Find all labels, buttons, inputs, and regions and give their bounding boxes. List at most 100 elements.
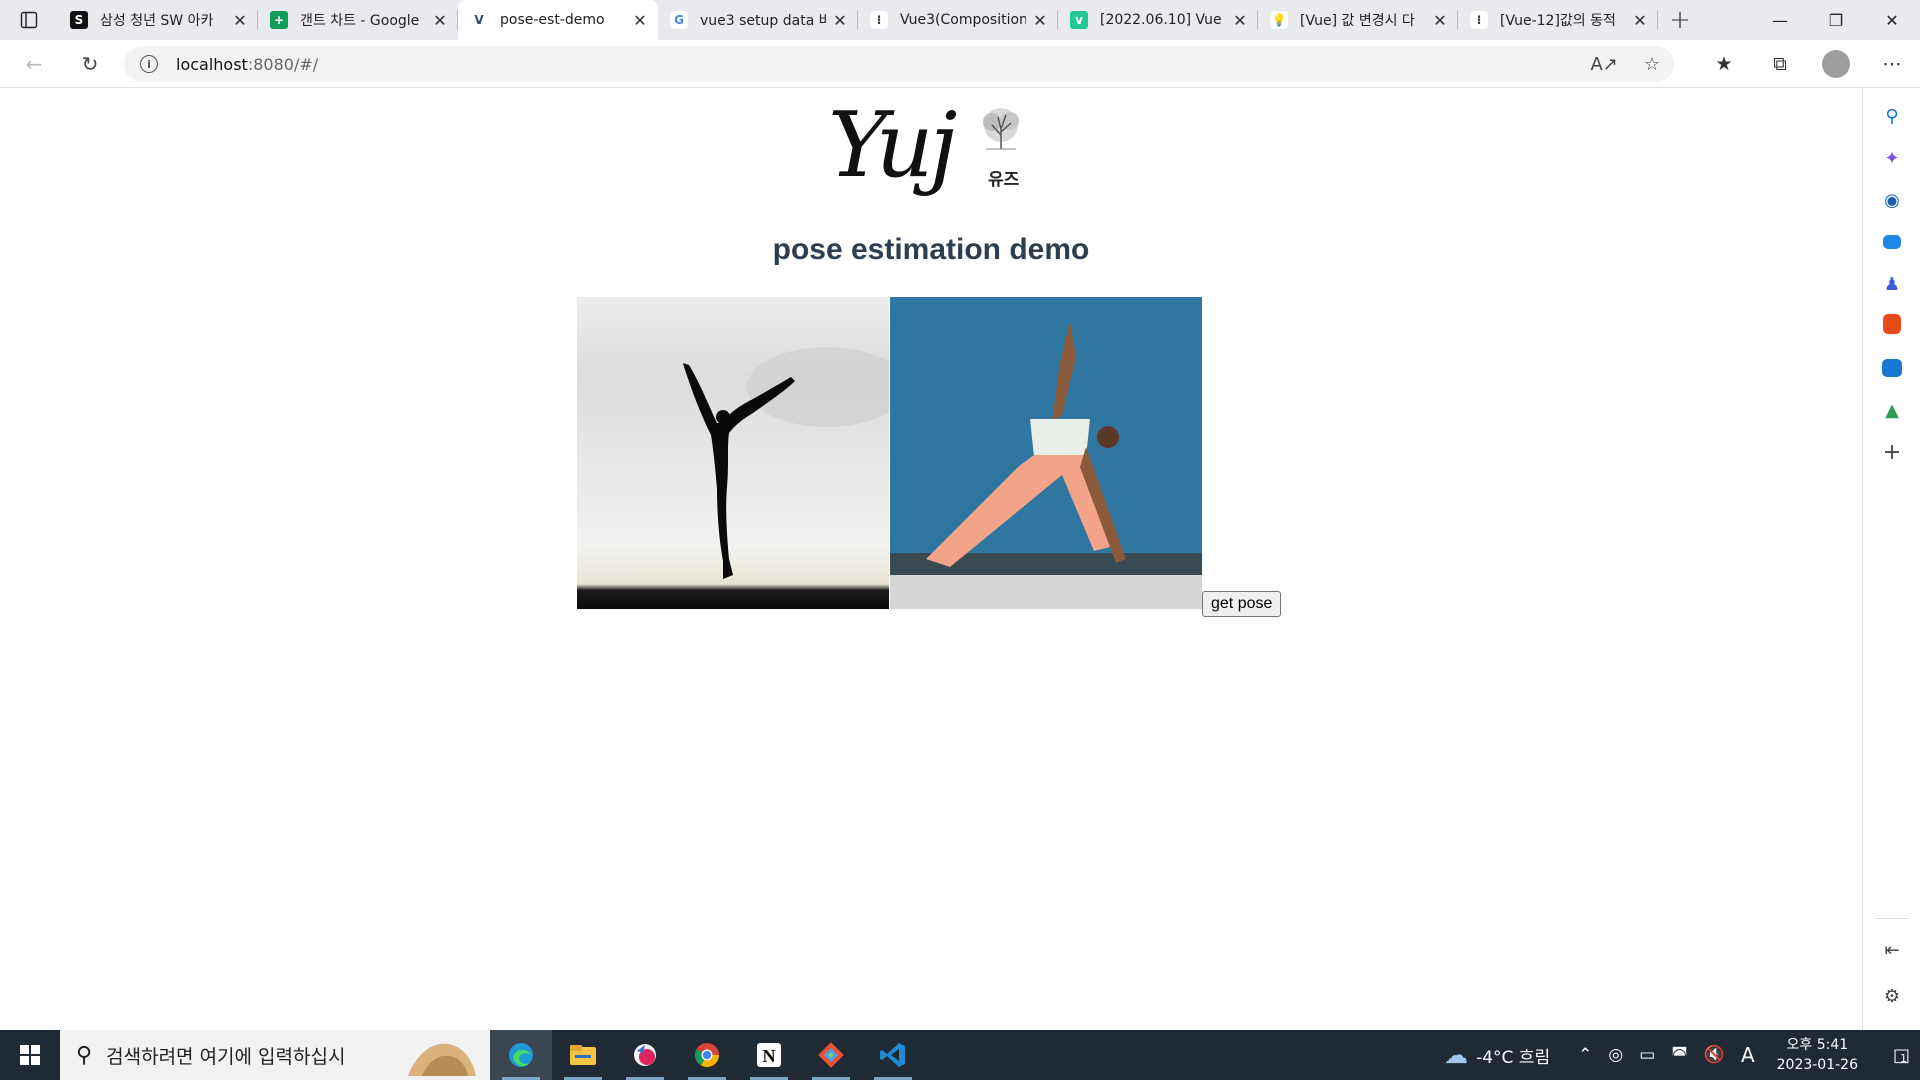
close-tab-icon[interactable]: ✕ — [232, 11, 248, 30]
taskbar-search-placeholder: 검색하려면 여기에 입력하십시 — [106, 1045, 346, 1068]
search-highlight-illustration — [408, 1043, 476, 1076]
url-path: :8080/#/ — [247, 54, 319, 74]
new-tab-button[interactable]: + — [1658, 0, 1702, 40]
close-tab-icon[interactable]: ✕ — [1632, 11, 1648, 30]
browser-tab[interactable]: ⁝ [Vue-12]값의 동적 ✕ — [1458, 0, 1658, 40]
notification-count: 1 — [1900, 1051, 1907, 1065]
svg-text:N: N — [763, 1046, 776, 1066]
close-tab-icon[interactable]: ✕ — [632, 11, 648, 30]
yoga-image — [890, 297, 1202, 609]
dots-icon: ⁝ — [1470, 11, 1488, 29]
add-favorite-icon[interactable]: ☆ — [1644, 54, 1660, 75]
add-sidebar-app-icon[interactable]: + — [1880, 440, 1904, 465]
close-tab-icon[interactable]: ✕ — [1032, 11, 1048, 30]
browser-tab[interactable]: Vpose-est-demo ✕ — [458, 0, 658, 40]
minimize-button[interactable]: — — [1752, 0, 1808, 40]
taskbar-search[interactable]: ⚲ 검색하려면 여기에 입력하십시 — [60, 1030, 490, 1080]
tab-title: [2022.06.10] Vue — [1100, 12, 1222, 28]
address-bar[interactable]: i localhost:8080/#/ A↗ ☆ — [124, 46, 1674, 82]
browser-toolbar: ← ↻ i localhost:8080/#/ A↗ ☆ ★ ⧉ ⋯ — [0, 40, 1920, 88]
close-window-button[interactable]: ✕ — [1864, 0, 1920, 40]
get-pose-button[interactable]: get pose — [1202, 591, 1282, 617]
tab-strip: S 삼성 청년 SW 아카 ✕ + 갠트 차트 - Google ✕ Vpose-est-d… — [0, 0, 1920, 40]
wifi-icon[interactable]: ◚ — [1671, 1045, 1688, 1065]
tools-icon[interactable] — [1883, 235, 1901, 249]
velog-icon: v — [1070, 11, 1088, 29]
refresh-button[interactable]: ↻ — [68, 46, 112, 82]
search-icon[interactable]: ⚲ — [1880, 104, 1904, 128]
volume-muted-icon[interactable]: 🔇 — [1704, 1045, 1725, 1065]
start-button[interactable] — [0, 1030, 60, 1080]
clock[interactable]: 오후 5:41 2023-01-26 — [1777, 1035, 1858, 1075]
windows-logo-icon — [20, 1045, 40, 1065]
cloud-icon: ☁ — [1444, 1041, 1469, 1069]
settings-icon[interactable]: ⚙ — [1880, 984, 1904, 1008]
dots-icon: ⁝ — [870, 11, 888, 29]
tab-title: [Vue-12]값의 동적 — [1500, 13, 1616, 29]
close-tab-icon[interactable]: ✕ — [432, 11, 448, 30]
dancer-image — [577, 297, 889, 609]
tree-app-icon[interactable]: ▲ — [1880, 398, 1904, 422]
tab-title: pose-est-demo — [500, 12, 605, 28]
weather-text: -4°C 흐림 — [1476, 1047, 1551, 1068]
read-aloud-icon[interactable]: A↗ — [1590, 54, 1617, 75]
collections-icon[interactable]: ⧉ — [1752, 53, 1808, 75]
git-icon[interactable] — [800, 1030, 862, 1080]
browser-tab[interactable]: S 삼성 청년 SW 아카 ✕ — [58, 0, 258, 40]
window-controls: — ❐ ✕ — [1752, 0, 1920, 40]
games-icon[interactable]: ♟ — [1880, 272, 1904, 296]
back-button[interactable]: ← — [12, 46, 56, 82]
close-tab-icon[interactable]: ✕ — [1432, 11, 1448, 30]
chevron-up-icon[interactable]: ⌃ — [1578, 1045, 1592, 1065]
ime-indicator-icon[interactable]: A — [1741, 1043, 1755, 1067]
office-icon[interactable] — [1883, 314, 1901, 334]
microphone-icon[interactable]: ◎ — [1608, 1045, 1623, 1065]
tab-title: 삼성 청년 SW 아카 — [100, 13, 214, 29]
browser-tab[interactable]: Gvue3 setup data 바 ✕ — [658, 0, 858, 40]
weather-widget[interactable]: ☁ -4°C 흐림 — [1444, 1041, 1550, 1069]
browser-tab[interactable]: + 갠트 차트 - Google ✕ — [258, 0, 458, 40]
browser-tab[interactable]: ⁝ Vue3(Composition ✕ — [858, 0, 1058, 40]
battery-icon[interactable]: ▭ — [1639, 1045, 1655, 1065]
logo-text: Yuj — [828, 93, 957, 198]
windows-taskbar: ⚲ 검색하려면 여기에 입력하십시 N ☁ -4°C 흐림 ⌃ ◎ ▭ ◚ 🔇 … — [0, 1030, 1920, 1080]
page-title: pose estimation demo — [772, 233, 1090, 266]
hide-sidebar-icon[interactable]: ⇤ — [1880, 938, 1904, 962]
vscode-icon[interactable] — [862, 1030, 924, 1080]
tab-actions-button[interactable] — [0, 0, 58, 40]
tree-icon — [983, 108, 1019, 150]
edge-icon[interactable] — [490, 1030, 552, 1080]
tab-title: vue3 setup data 바 — [700, 13, 826, 29]
url-host: localhost — [176, 54, 248, 74]
browser-tab[interactable]: v [2022.06.10] Vue ✕ — [1058, 0, 1258, 40]
clock-time: 오후 5:41 — [1786, 1037, 1849, 1053]
system-tray: ☁ -4°C 흐림 ⌃ ◎ ▭ ◚ 🔇 A 오후 5:41 2023-01-26… — [1444, 1030, 1920, 1080]
search-magnifier-icon: ⚲ — [76, 1042, 93, 1068]
yuj-logo: Yuj 유즈 — [828, 93, 1028, 213]
tab-title: 갠트 차트 - Google — [300, 13, 420, 29]
sheets-icon: + — [270, 11, 288, 29]
sidebar-divider — [1875, 918, 1909, 919]
close-tab-icon[interactable]: ✕ — [1232, 11, 1248, 30]
shopping-tag-icon[interactable]: ◉ — [1880, 188, 1904, 212]
outlook-icon[interactable] — [1882, 359, 1902, 377]
edge-sidebar: ⚲ ✦ ◉ ♟ ▲ + ⇤ ⚙ — [1862, 88, 1920, 1030]
vue-icon: V — [470, 11, 488, 29]
more-menu-icon[interactable]: ⋯ — [1864, 53, 1920, 75]
restore-button[interactable]: ❐ — [1808, 0, 1864, 40]
app-red-icon[interactable] — [614, 1030, 676, 1080]
chrome-icon[interactable] — [676, 1030, 738, 1080]
tab-title: Vue3(Composition — [900, 12, 1026, 28]
google-icon: G — [670, 11, 688, 29]
site-info-icon[interactable]: i — [140, 55, 158, 73]
notion-icon[interactable]: N — [738, 1030, 800, 1080]
profile-avatar[interactable] — [1822, 50, 1850, 78]
sparkle-icon[interactable]: ✦ — [1880, 146, 1904, 170]
notification-button[interactable]: □ 1 — [1880, 1045, 1920, 1066]
clock-date: 2023-01-26 — [1776, 1057, 1858, 1073]
favorites-icon[interactable]: ★ — [1696, 53, 1752, 75]
close-tab-icon[interactable]: ✕ — [832, 11, 848, 30]
file-explorer-icon[interactable] — [552, 1030, 614, 1080]
tab-title: [Vue] 값 변경시 다 — [1300, 13, 1415, 29]
browser-tab[interactable]: 💡 [Vue] 값 변경시 다 ✕ — [1258, 0, 1458, 40]
